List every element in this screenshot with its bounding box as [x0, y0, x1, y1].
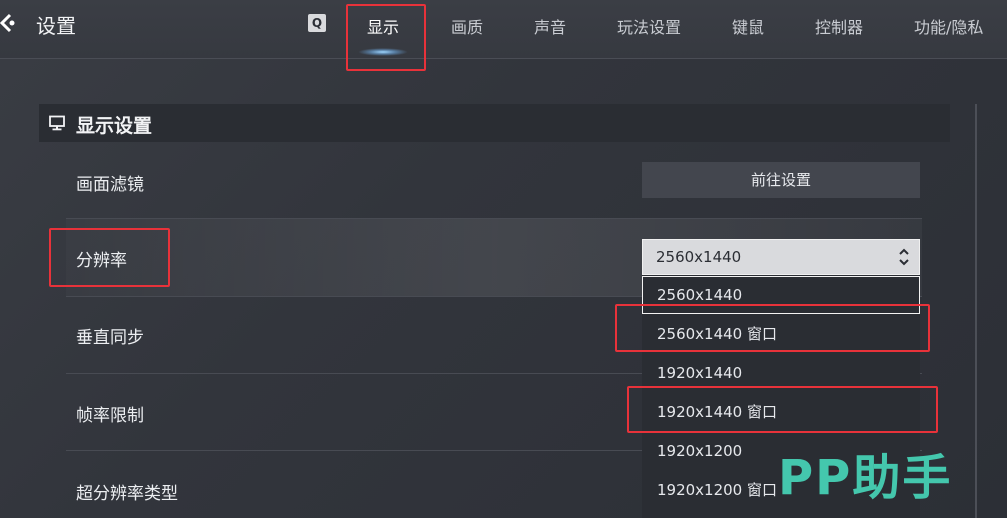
dropdown-option[interactable]: 2560x1440 窗口 — [642, 315, 920, 353]
dropdown-option[interactable]: 2560x1440 — [642, 276, 920, 314]
tab-graphics[interactable]: 画质 — [451, 14, 483, 38]
goto-settings-button[interactable]: 前往设置 — [642, 162, 920, 198]
tab-gameplay[interactable]: 玩法设置 — [617, 14, 681, 38]
select-arrows-icon — [899, 248, 909, 266]
top-bar: 设置 Q 显示 画质 声音 玩法设置 键鼠 控制器 功能/隐私 — [0, 0, 1007, 59]
tab-display[interactable]: 显示 — [367, 14, 399, 38]
scrollbar-track[interactable] — [975, 104, 977, 518]
tab-controller[interactable]: 控制器 — [815, 14, 863, 38]
resolution-select[interactable]: 2560x1440 — [642, 239, 920, 275]
monitor-icon — [49, 115, 65, 131]
watermark-logo: PP助手 — [778, 450, 953, 506]
resolution-select-value: 2560x1440 — [656, 248, 742, 266]
tab-privacy[interactable]: 功能/隐私 — [914, 14, 983, 38]
back-icon[interactable] — [0, 10, 16, 36]
section-header: 显示设置 — [39, 104, 950, 142]
tab-keyboard-mouse[interactable]: 键鼠 — [732, 14, 764, 38]
dropdown-option[interactable]: 1920x1440 窗口 — [642, 393, 920, 431]
upscale-type-label: 超分辨率类型 — [76, 484, 178, 504]
page-title: 设置 — [36, 14, 76, 38]
dropdown-option[interactable]: 1920x1440 — [642, 354, 920, 392]
active-tab-indicator — [358, 48, 408, 56]
vsync-label: 垂直同步 — [76, 328, 144, 348]
framerate-label: 帧率限制 — [76, 406, 144, 426]
tab-sound[interactable]: 声音 — [534, 14, 566, 38]
section-title: 显示设置 — [76, 115, 153, 137]
hotkey-q-badge: Q — [308, 14, 326, 32]
filter-label: 画面滤镜 — [76, 175, 144, 195]
resolution-label: 分辨率 — [76, 251, 127, 271]
